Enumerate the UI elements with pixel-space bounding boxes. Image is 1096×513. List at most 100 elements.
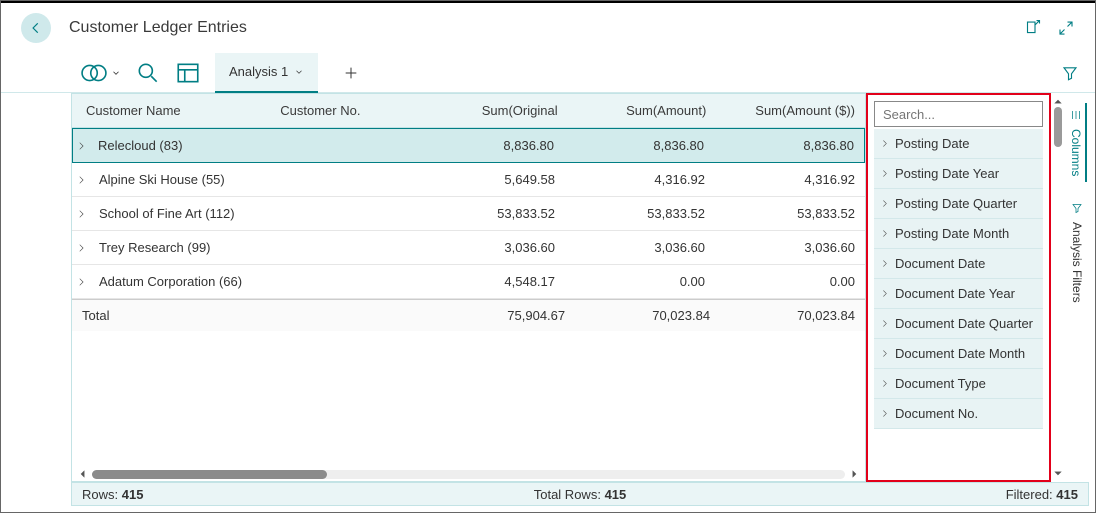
column-field-item[interactable]: Document Date Quarter — [874, 309, 1043, 339]
scroll-thumb-vertical[interactable] — [1054, 107, 1062, 147]
expand-icon[interactable] — [72, 175, 89, 185]
side-tabs: Columns Analysis Filters — [1065, 93, 1089, 482]
vertical-scrollbar[interactable] — [1051, 93, 1065, 482]
column-field-item[interactable]: Posting Date Year — [874, 159, 1043, 189]
column-field-item[interactable]: Posting Date Quarter — [874, 189, 1043, 219]
cell-sum-amount: 4,316.92 — [565, 163, 715, 196]
expand-icon[interactable] — [72, 243, 89, 253]
chevron-right-icon — [880, 379, 889, 388]
field-label: Document No. — [895, 406, 978, 421]
cell-customer-no — [265, 171, 415, 189]
cell-customer-no — [265, 273, 415, 291]
table-row[interactable]: Alpine Ski House (55)5,649.584,316.924,3… — [72, 163, 865, 197]
search-icon[interactable] — [135, 60, 161, 86]
filtered-value: 415 — [1056, 487, 1078, 502]
collapse-icon[interactable] — [1057, 19, 1075, 37]
column-field-item[interactable]: Posting Date Month — [874, 219, 1043, 249]
cell-customer-name: School of Fine Art (112) — [89, 197, 265, 230]
add-tab-button[interactable] — [342, 64, 360, 82]
chevron-right-icon — [880, 229, 889, 238]
total-amt: 70,023.84 — [565, 308, 710, 323]
column-field-item[interactable]: Document No. — [874, 399, 1043, 429]
total-row: Total 75,904.67 70,023.84 70,023.84 — [72, 299, 865, 331]
rows-label: Rows: — [82, 487, 118, 502]
chevron-right-icon — [880, 289, 889, 298]
cell-sum-amount-d: 0.00 — [715, 265, 865, 298]
field-label: Document Date — [895, 256, 985, 271]
scroll-thumb[interactable] — [92, 470, 327, 479]
side-tab-analysis-filters[interactable]: Analysis Filters — [1068, 196, 1086, 309]
page-title: Customer Ledger Entries — [69, 19, 1023, 37]
cell-sum-amount: 3,036.60 — [565, 231, 715, 264]
layout-icon[interactable] — [175, 60, 201, 86]
field-label: Posting Date — [895, 136, 969, 151]
pivot-icon[interactable] — [81, 60, 107, 86]
cell-sum-original: 53,833.52 — [415, 197, 565, 230]
cell-sum-amount: 0.00 — [565, 265, 715, 298]
tab-label: Analysis 1 — [229, 64, 288, 79]
header: Customer Ledger Entries — [1, 3, 1095, 53]
cell-sum-amount-d: 4,316.92 — [715, 163, 865, 196]
scroll-left-icon[interactable] — [78, 469, 88, 479]
scroll-up-icon[interactable] — [1053, 97, 1063, 107]
table-row[interactable]: Trey Research (99)3,036.603,036.603,036.… — [72, 231, 865, 265]
column-field-item[interactable]: Document Type — [874, 369, 1043, 399]
column-field-item[interactable]: Document Date Month — [874, 339, 1043, 369]
scroll-down-icon[interactable] — [1053, 468, 1063, 478]
cell-customer-no — [265, 205, 415, 223]
filtered-label: Filtered: — [1006, 487, 1053, 502]
chevron-right-icon — [880, 199, 889, 208]
cell-sum-amount-d: 53,833.52 — [715, 197, 865, 230]
field-label: Posting Date Quarter — [895, 196, 1017, 211]
table-row[interactable]: Adatum Corporation (66)4,548.170.000.00 — [72, 265, 865, 299]
column-sum-amount[interactable]: Sum(Amount) — [568, 94, 717, 127]
chevron-right-icon — [880, 169, 889, 178]
column-customer-name[interactable]: Customer Name — [72, 94, 270, 127]
cell-customer-name: Relecloud (83) — [88, 129, 264, 162]
data-grid: Customer Name Customer No. Sum(Original … — [71, 93, 866, 482]
total-orig: 75,904.67 — [420, 308, 565, 323]
filter-icon[interactable] — [1061, 53, 1079, 93]
cell-sum-amount: 8,836.80 — [564, 129, 714, 162]
cell-sum-original: 4,548.17 — [415, 265, 565, 298]
open-in-new-icon[interactable] — [1023, 19, 1041, 37]
total-amtd: 70,023.84 — [710, 308, 855, 323]
cell-customer-no — [265, 239, 415, 257]
chevron-right-icon — [880, 259, 889, 268]
side-tab-columns[interactable]: Columns — [1067, 103, 1087, 182]
table-row[interactable]: Relecloud (83)8,836.808,836.808,836.80 — [72, 128, 865, 163]
column-sum-amount-d[interactable]: Sum(Amount ($)) — [716, 94, 865, 127]
column-field-item[interactable]: Document Date — [874, 249, 1043, 279]
table-row[interactable]: School of Fine Art (112)53,833.5253,833.… — [72, 197, 865, 231]
table-header: Customer Name Customer No. Sum(Original … — [72, 94, 865, 128]
field-label: Document Date Quarter — [895, 316, 1033, 331]
chevron-down-icon — [294, 67, 304, 77]
total-label: Total — [82, 308, 275, 323]
horizontal-scrollbar[interactable] — [72, 467, 865, 481]
tab-analysis-1[interactable]: Analysis 1 — [215, 53, 318, 93]
field-label: Document Date Year — [895, 286, 1015, 301]
scroll-right-icon[interactable] — [849, 469, 859, 479]
cell-customer-no — [264, 137, 414, 155]
column-customer-no[interactable]: Customer No. — [270, 94, 419, 127]
back-button[interactable] — [21, 13, 51, 43]
cell-sum-amount: 53,833.52 — [565, 197, 715, 230]
field-label: Document Type — [895, 376, 986, 391]
cell-customer-name: Adatum Corporation (66) — [89, 265, 265, 298]
toolbar: Analysis 1 — [1, 53, 1095, 93]
cell-sum-original: 3,036.60 — [415, 231, 565, 264]
expand-icon[interactable] — [72, 209, 89, 219]
cell-sum-amount-d: 3,036.60 — [715, 231, 865, 264]
column-sum-original[interactable]: Sum(Original — [419, 94, 568, 127]
total-rows-label: Total Rows: — [534, 487, 601, 502]
column-field-item[interactable]: Posting Date — [874, 129, 1043, 159]
field-label: Document Date Month — [895, 346, 1025, 361]
field-label: Posting Date Month — [895, 226, 1009, 241]
columns-search-input[interactable] — [874, 101, 1043, 127]
column-field-item[interactable]: Document Date Year — [874, 279, 1043, 309]
cell-customer-name: Trey Research (99) — [89, 231, 265, 264]
chevron-right-icon — [880, 349, 889, 358]
expand-icon[interactable] — [73, 141, 88, 151]
field-label: Posting Date Year — [895, 166, 999, 181]
expand-icon[interactable] — [72, 277, 89, 287]
